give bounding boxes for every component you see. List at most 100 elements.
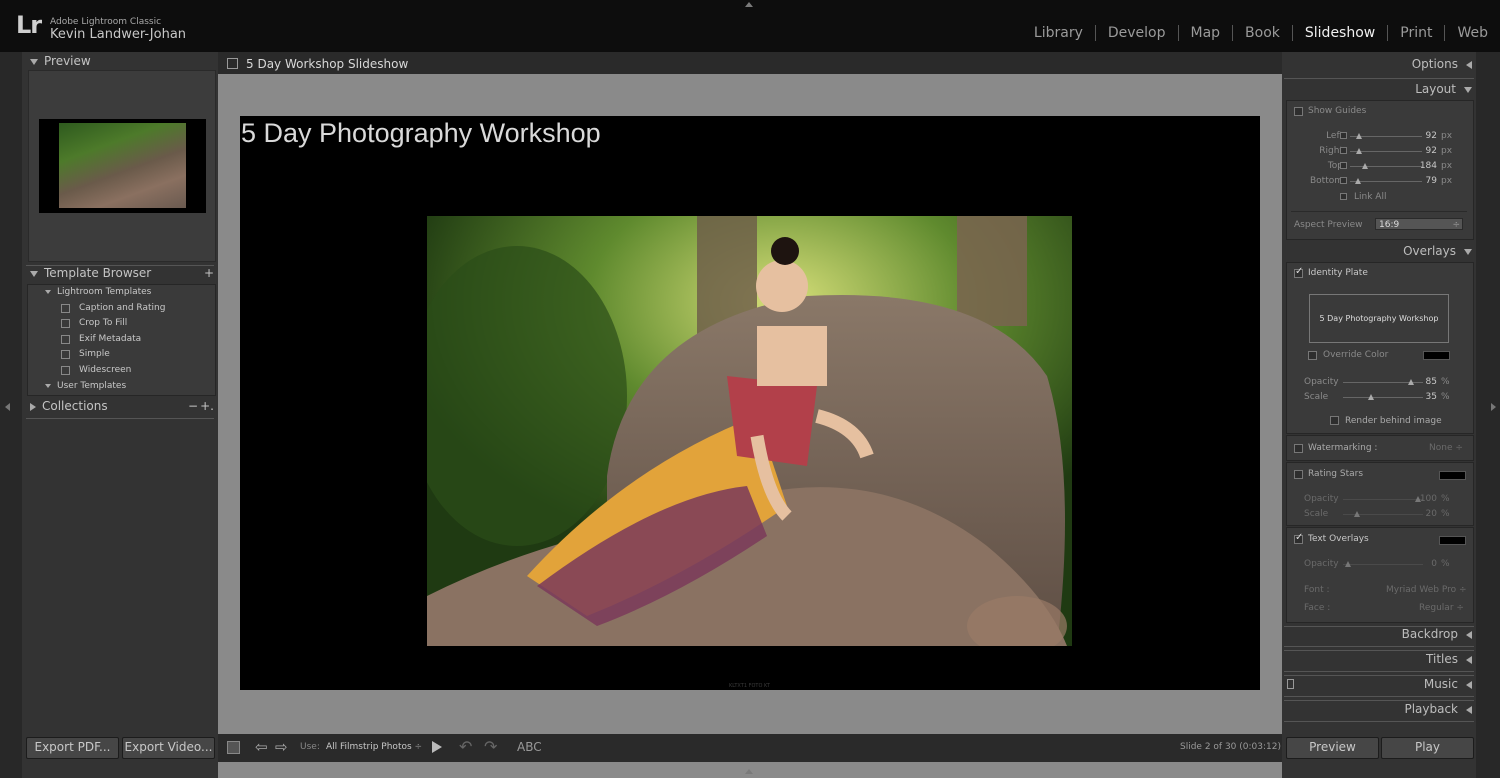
folder-lightroom-templates[interactable]: Lightroom Templates bbox=[28, 285, 215, 300]
guide-left-knob[interactable] bbox=[1356, 133, 1362, 139]
add-template-icon[interactable]: + bbox=[204, 266, 214, 280]
user-name: Kevin Landwer-Johan bbox=[50, 27, 186, 42]
module-web[interactable]: Web bbox=[1445, 25, 1488, 41]
right-panel-edge[interactable] bbox=[1476, 52, 1500, 778]
module-book[interactable]: Book bbox=[1233, 25, 1292, 41]
export-video-button[interactable]: Export Video... bbox=[122, 737, 215, 759]
use-dropdown[interactable]: All Filmstrip Photos ÷ bbox=[326, 742, 422, 752]
guide-right-checkbox[interactable] bbox=[1340, 147, 1347, 154]
guide-bottom-knob[interactable] bbox=[1355, 178, 1361, 184]
text-overlays-checkbox[interactable] bbox=[1294, 535, 1303, 544]
layout-header[interactable]: Layout bbox=[1415, 82, 1472, 96]
scale-knob[interactable] bbox=[1368, 394, 1374, 400]
override-color-swatch[interactable] bbox=[1423, 351, 1450, 360]
rotate-left-icon[interactable]: ↶ bbox=[459, 737, 472, 756]
guide-top-value[interactable]: 184 bbox=[1407, 161, 1437, 171]
stop-icon[interactable] bbox=[227, 741, 240, 754]
guide-bottom-label: Bottom bbox=[1303, 176, 1343, 186]
percent-unit: % bbox=[1441, 494, 1450, 504]
template-item[interactable]: Widescreen bbox=[28, 363, 215, 378]
face-dropdown[interactable]: Regular ÷ bbox=[1419, 603, 1464, 613]
template-label: Caption and Rating bbox=[79, 301, 165, 316]
opacity-value[interactable]: 85 bbox=[1407, 377, 1437, 387]
identity-plate-text[interactable]: 5 Day Photography Workshop bbox=[241, 118, 601, 149]
collapse-left-icon[interactable] bbox=[5, 403, 10, 411]
options-header[interactable]: Options bbox=[1412, 57, 1472, 71]
guide-left-value[interactable]: 92 bbox=[1407, 131, 1437, 141]
identity-plate-checkbox[interactable] bbox=[1294, 269, 1303, 278]
rs-scale-knob[interactable] bbox=[1354, 511, 1360, 517]
template-label: Widescreen bbox=[79, 363, 131, 378]
guide-right-knob[interactable] bbox=[1356, 148, 1362, 154]
override-color-label: Override Color bbox=[1323, 350, 1388, 360]
rs-scale-value[interactable]: 20 bbox=[1407, 509, 1437, 519]
module-develop[interactable]: Develop bbox=[1096, 25, 1178, 41]
guide-top-label: Top bbox=[1313, 161, 1343, 171]
rs-opacity-value[interactable]: 100 bbox=[1407, 494, 1437, 504]
expanded-icon bbox=[1464, 87, 1472, 93]
play-button[interactable]: Play bbox=[1381, 737, 1474, 759]
rating-stars-checkbox[interactable] bbox=[1294, 470, 1303, 479]
font-dropdown[interactable]: Myriad Web Pro ÷ bbox=[1386, 585, 1467, 595]
module-library[interactable]: Library bbox=[1022, 25, 1095, 41]
guide-top-checkbox[interactable] bbox=[1340, 162, 1347, 169]
module-map[interactable]: Map bbox=[1179, 25, 1233, 41]
module-slideshow[interactable]: Slideshow bbox=[1293, 25, 1387, 41]
show-guides-checkbox[interactable] bbox=[1294, 107, 1303, 116]
music-label: Music bbox=[1424, 677, 1458, 691]
photo-elephant-woman bbox=[427, 216, 1072, 646]
overlays-header[interactable]: Overlays bbox=[1403, 244, 1472, 258]
percent-unit: % bbox=[1441, 392, 1450, 402]
backdrop-header[interactable]: Backdrop bbox=[1402, 627, 1472, 641]
render-behind-checkbox[interactable] bbox=[1330, 416, 1339, 425]
titles-header[interactable]: Titles bbox=[1426, 652, 1472, 666]
template-icon bbox=[61, 319, 70, 328]
preview-photo bbox=[59, 123, 186, 208]
slide-photo[interactable] bbox=[427, 216, 1072, 646]
music-header[interactable]: Music bbox=[1424, 677, 1472, 691]
watermarking-dropdown[interactable]: None ÷ bbox=[1429, 443, 1463, 453]
template-browser-header[interactable]: Template Browser+ bbox=[30, 266, 214, 284]
next-slide-icon[interactable]: ⇨ bbox=[275, 738, 288, 756]
folder-user-templates[interactable]: User Templates bbox=[28, 379, 215, 394]
template-item[interactable]: Crop To Fill bbox=[28, 316, 215, 331]
collections-header[interactable]: Collections−+. bbox=[30, 399, 214, 417]
aspect-preview-value: 16:9 bbox=[1379, 220, 1399, 230]
left-panel-edge[interactable] bbox=[0, 52, 22, 778]
to-opacity-knob[interactable] bbox=[1345, 561, 1351, 567]
preview-play-icon[interactable] bbox=[432, 741, 442, 753]
watermarking-checkbox[interactable] bbox=[1294, 444, 1303, 453]
scale-value[interactable]: 35 bbox=[1407, 392, 1437, 402]
collapse-top-icon[interactable] bbox=[745, 2, 753, 7]
guide-right-value[interactable]: 92 bbox=[1407, 146, 1437, 156]
export-pdf-button[interactable]: Export PDF... bbox=[26, 737, 119, 759]
preview-thumbnail bbox=[39, 119, 206, 213]
text-overlays-color-swatch[interactable] bbox=[1439, 536, 1466, 545]
collapse-bottom-icon[interactable] bbox=[745, 769, 753, 774]
guide-bottom-value[interactable]: 79 bbox=[1407, 176, 1437, 186]
guide-bottom-checkbox[interactable] bbox=[1340, 177, 1347, 184]
titles-label: Titles bbox=[1426, 652, 1458, 666]
guide-left-checkbox[interactable] bbox=[1340, 132, 1347, 139]
overlays-label: Overlays bbox=[1403, 244, 1456, 258]
template-item[interactable]: Simple bbox=[28, 347, 215, 362]
override-color-checkbox[interactable] bbox=[1308, 351, 1317, 360]
aspect-preview-dropdown[interactable]: 16:9÷ bbox=[1375, 218, 1463, 230]
music-toggle-checkbox[interactable] bbox=[1287, 679, 1294, 689]
add-collection-icon[interactable]: +. bbox=[200, 399, 214, 413]
rotate-right-icon[interactable]: ↷ bbox=[484, 737, 497, 756]
template-item[interactable]: Exif Metadata bbox=[28, 332, 215, 347]
link-all-checkbox[interactable] bbox=[1340, 193, 1347, 200]
template-item[interactable]: Caption and Rating bbox=[28, 301, 215, 316]
to-opacity-value[interactable]: 0 bbox=[1407, 559, 1437, 569]
preview-button[interactable]: Preview bbox=[1286, 737, 1379, 759]
previous-slide-icon[interactable]: ⇦ bbox=[255, 738, 268, 756]
add-text-button[interactable]: ABC bbox=[517, 740, 542, 754]
playback-header[interactable]: Playback bbox=[1404, 702, 1472, 716]
collapse-right-icon[interactable] bbox=[1491, 403, 1496, 411]
remove-collection-icon[interactable]: − bbox=[188, 399, 198, 413]
rating-stars-color-swatch[interactable] bbox=[1439, 471, 1466, 480]
module-print[interactable]: Print bbox=[1388, 25, 1444, 41]
identity-plate-preview[interactable]: 5 Day Photography Workshop bbox=[1309, 294, 1449, 343]
guide-top-knob[interactable] bbox=[1362, 163, 1368, 169]
